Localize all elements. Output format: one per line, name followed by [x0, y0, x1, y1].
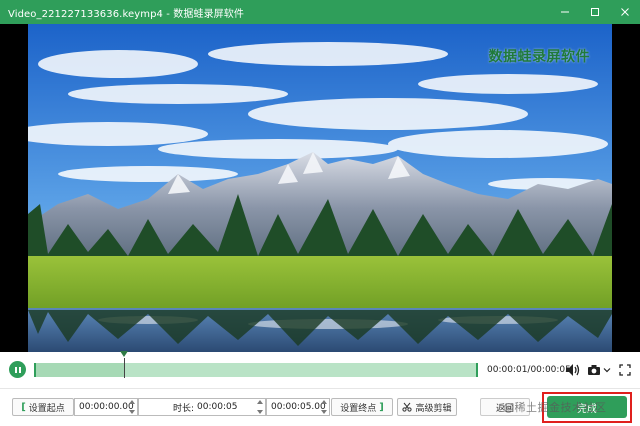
- close-icon: [621, 8, 629, 16]
- volume-button[interactable]: [565, 361, 580, 379]
- camera-icon: [588, 365, 600, 375]
- duration-value: 00:00:05: [197, 402, 238, 412]
- site-watermark: @稀土掘金技术社区: [503, 401, 607, 414]
- maximize-button[interactable]: [580, 0, 610, 24]
- title-bar: Video_221227133636.keymp4 - 数据蛙录屏软件: [0, 0, 640, 24]
- landscape-image: [28, 24, 612, 352]
- duration-stepper[interactable]: [256, 400, 264, 414]
- duration-field[interactable]: 时长: 00:00:05: [138, 398, 266, 416]
- playback-bar: 00:00:01/00:00:05: [0, 351, 640, 388]
- edit-toolbar: [ 设置起点 00:00:00.00 时长: 00:00:05 00:00:05…: [0, 388, 640, 426]
- timeline-track[interactable]: [34, 351, 478, 378]
- set-end-label: 设置终点: [340, 403, 377, 414]
- end-time-value: 00:00:05.00: [271, 402, 326, 412]
- end-bracket-icon: ]: [379, 401, 384, 413]
- pause-button[interactable]: [9, 361, 26, 378]
- playhead-handle[interactable]: [120, 351, 128, 378]
- start-time-value: 00:00:00.00: [79, 402, 134, 412]
- end-time-stepper[interactable]: [320, 400, 328, 414]
- close-button[interactable]: [610, 0, 640, 24]
- duration-label: 时长:: [173, 403, 195, 414]
- scissors-icon: [402, 402, 413, 412]
- start-bracket-icon: [: [21, 401, 26, 413]
- chevron-down-icon[interactable]: [603, 366, 611, 374]
- fullscreen-button[interactable]: [619, 361, 631, 379]
- window-controls: [550, 0, 640, 24]
- time-display: 00:00:01/00:00:05: [487, 365, 571, 375]
- video-preview[interactable]: 数据蛙录屏软件: [0, 24, 640, 352]
- minimize-button[interactable]: [550, 0, 580, 24]
- fullscreen-icon: [619, 364, 631, 376]
- set-end-button[interactable]: 设置终点 ]: [331, 398, 393, 416]
- set-start-label: 设置起点: [28, 403, 65, 414]
- window-title: Video_221227133636.keymp4 - 数据蛙录屏软件: [8, 8, 244, 20]
- screenshot-button[interactable]: [587, 361, 611, 379]
- set-start-button[interactable]: [ 设置起点: [12, 398, 74, 416]
- playhead-marker-icon: [120, 351, 128, 357]
- advanced-edit-button[interactable]: 高级剪辑: [397, 398, 457, 416]
- advanced-edit-label: 高级剪辑: [415, 403, 452, 414]
- video-frame: 数据蛙录屏软件: [28, 24, 612, 352]
- pause-icon: [14, 366, 21, 373]
- minimize-icon: [561, 11, 569, 13]
- start-time-stepper[interactable]: [128, 400, 136, 414]
- video-watermark: 数据蛙录屏软件: [488, 49, 590, 65]
- end-time-field[interactable]: 00:00:05.00: [266, 398, 330, 416]
- timeline-progress: [36, 363, 124, 377]
- start-time-field[interactable]: 00:00:00.00: [74, 398, 138, 416]
- maximize-icon: [591, 8, 599, 16]
- speaker-icon: [566, 364, 580, 376]
